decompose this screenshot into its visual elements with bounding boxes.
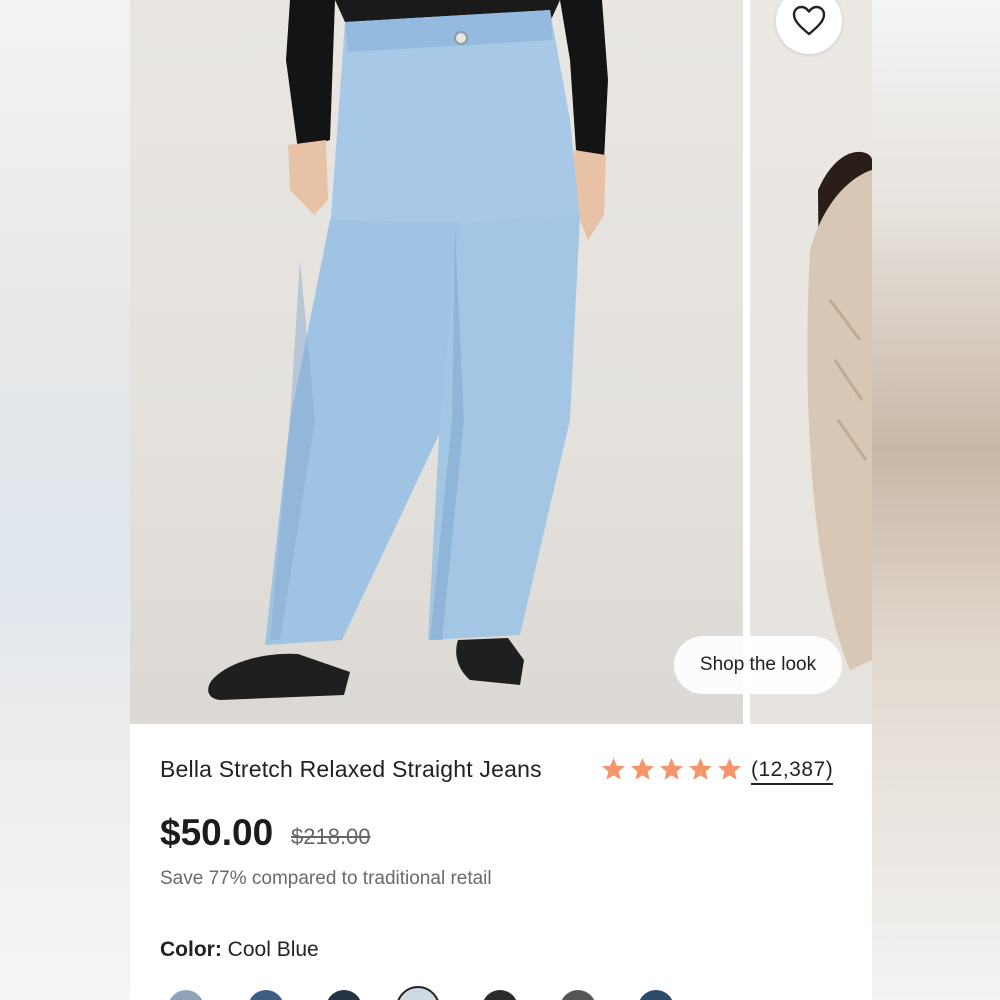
color-swatch[interactable] [560,990,596,1000]
current-price: $50.00 [160,812,274,853]
product-image-next[interactable] [750,0,872,724]
background-blur-left [0,0,130,1000]
review-count-link[interactable]: (12,387) [751,757,834,785]
image-gap [743,0,750,724]
color-selector-label: Color: Cool Blue [160,938,319,962]
color-value: Cool Blue [227,938,319,961]
shop-the-look-button[interactable]: Shop the look [674,636,842,694]
color-swatch[interactable] [638,990,674,1000]
next-image-illustration [807,151,872,670]
color-swatch[interactable] [248,990,284,1000]
color-swatch-selected[interactable] [396,986,440,1000]
color-swatch[interactable] [482,990,518,1000]
rating-stars [600,756,743,783]
star-icon [718,758,741,780]
product-rating[interactable]: (12,387) [600,756,834,785]
star-icon [660,758,683,780]
original-price: $218.00 [291,824,371,849]
star-icon [631,758,654,780]
product-page: Shop the look Bella Stretch Relaxed Stra… [130,0,872,1000]
jeans-model-illustration [208,0,608,700]
review-count: (12,387) [751,757,834,785]
savings-text: Save 77% compared to traditional retail [160,868,492,889]
color-swatch[interactable] [168,990,204,1000]
product-image-main[interactable] [130,0,743,724]
shop-the-look-label: Shop the look [699,654,817,675]
background-blur-right [872,0,1000,1000]
star-icon [602,758,625,780]
color-label: Color: [160,938,222,961]
product-title: Bella Stretch Relaxed Straight Jeans [160,756,542,782]
color-swatch[interactable] [326,990,362,1000]
heart-icon [792,5,826,36]
star-icon [689,758,712,780]
